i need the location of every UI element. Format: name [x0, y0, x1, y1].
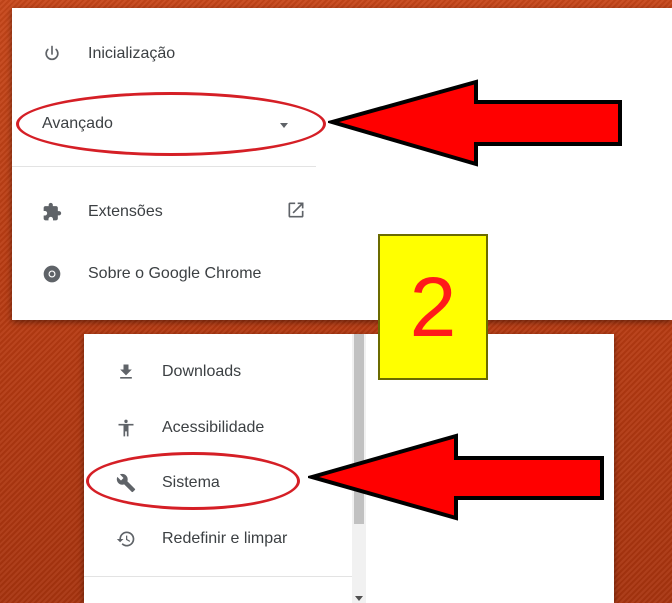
- power-icon: [40, 42, 64, 66]
- open-in-new-icon[interactable]: [286, 200, 306, 220]
- pointer-arrow-2: [308, 433, 604, 521]
- menu-item-sobre-chrome[interactable]: Sobre o Google Chrome: [40, 262, 261, 286]
- menu-item-extensoes[interactable]: Extensões: [40, 200, 304, 224]
- menu-item-label: Acessibilidade: [162, 419, 265, 436]
- accessibility-icon: [114, 416, 138, 440]
- highlight-oval-avancado: [16, 92, 326, 156]
- scroll-down-arrow-icon[interactable]: [355, 596, 363, 601]
- menu-item-acessibilidade[interactable]: Acessibilidade: [114, 416, 264, 440]
- step-number: 2: [409, 259, 457, 354]
- pointer-arrow-1: [328, 79, 622, 167]
- menu-item-downloads[interactable]: Downloads: [114, 360, 241, 384]
- chrome-icon: [40, 262, 64, 286]
- menu-item-label: Downloads: [162, 363, 242, 380]
- download-icon: [114, 360, 138, 384]
- menu-item-label: Sobre o Google Chrome: [88, 265, 262, 282]
- puzzle-icon: [40, 200, 64, 224]
- menu-divider: [12, 166, 316, 167]
- highlight-oval-sistema: [86, 452, 300, 510]
- menu-divider: [84, 576, 352, 577]
- menu-item-label: Inicialização: [88, 45, 176, 62]
- menu-item-label: Redefinir e limpar: [162, 530, 288, 547]
- step-number-badge: 2: [378, 234, 488, 380]
- menu-item-redefinir[interactable]: Redefinir e limpar: [114, 527, 287, 551]
- menu-item-label: Extensões: [88, 203, 163, 220]
- menu-item-inicializacao[interactable]: Inicialização: [40, 42, 175, 66]
- restore-icon: [114, 527, 138, 551]
